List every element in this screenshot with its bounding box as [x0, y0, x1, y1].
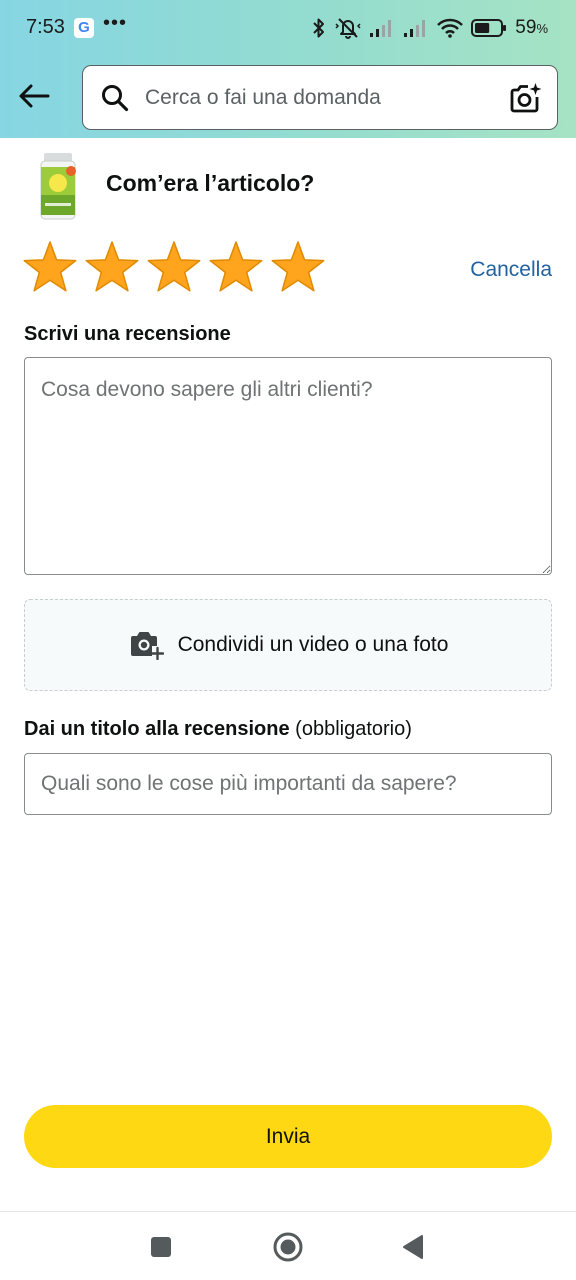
- camera-add-icon: [130, 632, 164, 660]
- product-image: [40, 153, 76, 220]
- review-title-label: Dai un titolo alla recensione (obbligato…: [24, 718, 412, 741]
- home-button[interactable]: [271, 1230, 305, 1264]
- battery-icon: [471, 19, 507, 37]
- app-header: 7:53 G ••• 59% Cerca o fai una domanda: [0, 0, 576, 138]
- review-title-label-main: Dai un titolo alla recensione: [24, 718, 290, 740]
- star-icon-3[interactable]: [146, 240, 202, 296]
- status-icons: 59%: [311, 16, 548, 40]
- cancel-rating-link[interactable]: Cancella: [470, 258, 552, 282]
- wifi-icon: [437, 18, 464, 38]
- submit-button[interactable]: Invia: [24, 1105, 552, 1168]
- status-bar: 7:53 G ••• 59%: [0, 0, 576, 58]
- back-button[interactable]: [14, 76, 54, 116]
- required-hint: (obbligatorio): [289, 718, 412, 740]
- arrow-left-icon: [19, 84, 50, 108]
- system-back-button[interactable]: [396, 1230, 430, 1264]
- recents-button[interactable]: [144, 1230, 178, 1264]
- star-icon-4[interactable]: [208, 240, 264, 296]
- write-review-label: Scrivi una recensione: [24, 323, 231, 345]
- signal-icon: [404, 20, 426, 37]
- camera-sparkle-icon[interactable]: [509, 82, 543, 114]
- star-icon-2[interactable]: [84, 240, 140, 296]
- search-input[interactable]: [143, 76, 503, 120]
- star-icon-1[interactable]: [22, 240, 78, 296]
- home-icon: [273, 1232, 303, 1262]
- rating-question: Com’era l’articolo?: [106, 170, 315, 196]
- review-title-input[interactable]: [24, 753, 552, 815]
- star-icon-5[interactable]: [270, 240, 326, 296]
- star-rating[interactable]: [22, 240, 326, 296]
- back-triangle-icon: [403, 1235, 423, 1259]
- battery-percent-unit: %: [536, 21, 548, 36]
- battery-percent-value: 59: [515, 17, 537, 38]
- share-media-button[interactable]: Condividi un video o una foto: [24, 599, 552, 691]
- muted-vibrate-icon: [335, 18, 361, 39]
- battery-percent: 59%: [515, 17, 548, 39]
- share-media-label: Condividi un video o una foto: [177, 633, 449, 656]
- bluetooth-icon: [313, 18, 325, 38]
- more-notifications-icon: •••: [103, 12, 128, 34]
- status-time: 7:53: [26, 16, 65, 38]
- system-nav-bar: [0, 1211, 576, 1280]
- search-box[interactable]: [82, 65, 558, 130]
- review-textarea[interactable]: [24, 357, 552, 575]
- search-icon: [102, 85, 129, 112]
- google-icon: G: [74, 18, 94, 38]
- recents-icon: [151, 1237, 171, 1257]
- signal-icon: [370, 20, 392, 37]
